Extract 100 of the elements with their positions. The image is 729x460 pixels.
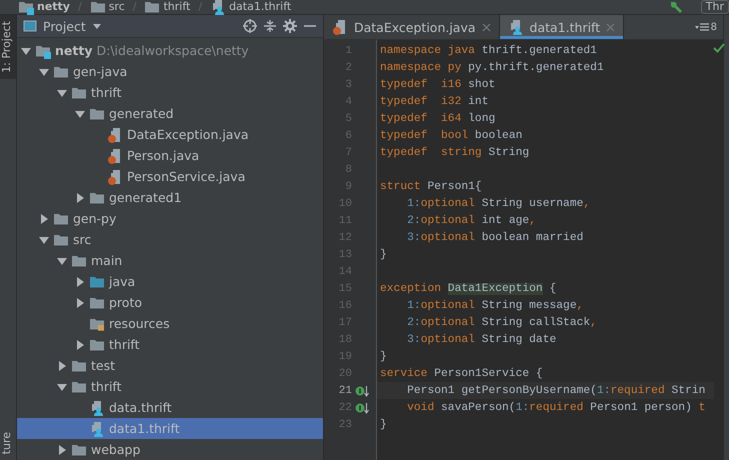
tree-item-label: PersonService.java xyxy=(127,169,246,184)
code-line: 2:optional int age, xyxy=(406,214,536,226)
collapsed-arrow-icon[interactable] xyxy=(57,360,67,370)
hidden-tab-count: 8 xyxy=(710,22,717,32)
expanded-arrow-icon[interactable] xyxy=(21,46,31,56)
tree-item[interactable]: generated xyxy=(17,103,323,124)
implemented-marker-icon[interactable] xyxy=(355,384,369,396)
tree-item[interactable]: PersonService.java xyxy=(17,166,323,187)
collapsed-arrow-icon[interactable] xyxy=(75,340,85,350)
collapsed-arrow-icon[interactable] xyxy=(75,276,85,286)
panel-icon xyxy=(23,19,37,33)
tree-item[interactable]: data.thrift xyxy=(17,397,323,418)
tree-item-label: resources xyxy=(109,316,170,331)
tree-item[interactable]: webapp xyxy=(17,439,323,460)
panel-title[interactable]: Project xyxy=(43,18,86,34)
breadcrumb-separator: / xyxy=(198,1,202,13)
tree-item[interactable]: java xyxy=(17,271,323,292)
tree-item[interactable]: Person.java xyxy=(17,145,323,166)
settings-icon[interactable] xyxy=(283,19,297,33)
structure-side-tab[interactable]: ture xyxy=(0,426,16,460)
code-line: void savaPerson(1:required Person1 person) t xyxy=(406,402,706,414)
breadcrumb-item[interactable]: thrift xyxy=(144,0,190,15)
tree-item-label: webapp xyxy=(91,442,140,457)
tree-item-label: generated xyxy=(109,106,174,121)
tree-item[interactable]: thrift xyxy=(17,376,323,397)
module-folder-icon xyxy=(18,0,34,15)
code-line: typedef i16 shot xyxy=(380,78,496,90)
code-line: 3:optional String date xyxy=(406,334,556,346)
tree-item[interactable]: test xyxy=(17,355,323,376)
implemented-marker-icon[interactable] xyxy=(355,402,369,414)
breadcrumb-item[interactable]: src xyxy=(90,0,125,15)
line-number: 21 xyxy=(338,384,352,396)
code-line: } xyxy=(380,418,387,430)
tree-item[interactable]: generated1 xyxy=(17,187,323,208)
collapse-all-icon[interactable] xyxy=(263,19,277,33)
run-config-dropdown[interactable]: Thr xyxy=(700,0,729,14)
code-line: namespace py py.thrift.generated1 xyxy=(380,62,604,74)
thrift-file-icon xyxy=(89,420,105,436)
code-line: typedef i64 long xyxy=(380,112,496,124)
tree-item-label: netty xyxy=(55,43,92,58)
tree-item[interactable]: main xyxy=(17,250,323,271)
code-line: namespace java thrift.generated1 xyxy=(380,44,597,56)
tree-item-label: data1.thrift xyxy=(109,421,180,436)
breadcrumb-separator: / xyxy=(132,1,136,13)
code-line: typedef i32 int xyxy=(380,96,488,108)
code-line: } xyxy=(380,248,387,260)
expanded-arrow-icon[interactable] xyxy=(39,66,49,76)
java-file-icon xyxy=(107,126,123,142)
tree-item[interactable]: proto xyxy=(17,292,323,313)
tree-item-label: generated1 xyxy=(109,190,182,205)
code-line: 2:optional String callStack, xyxy=(406,316,597,328)
editor-tab[interactable]: data1.thrift xyxy=(500,15,624,39)
collapsed-arrow-icon[interactable] xyxy=(75,298,85,308)
tree-item-label: thrift xyxy=(91,379,122,394)
tree-item[interactable]: src xyxy=(17,229,323,250)
tree-item[interactable]: DataException.java xyxy=(17,124,323,145)
tree-item[interactable]: netty D:\idealworkspace\netty xyxy=(17,40,323,61)
checkmark-icon xyxy=(712,42,724,54)
java-file-icon xyxy=(107,168,123,184)
tree-item[interactable]: thrift xyxy=(17,334,323,355)
expanded-arrow-icon[interactable] xyxy=(57,88,67,98)
tree-item-label: gen-java xyxy=(73,64,128,79)
tree-item-label: Person.java xyxy=(127,148,200,163)
code-line: 3:optional boolean married xyxy=(406,232,584,244)
code-line: Person1 getPersonByUsername(1:required Strin xyxy=(406,384,706,396)
tree-item-label: gen-py xyxy=(73,211,116,226)
code-line: service Person1Service { xyxy=(380,368,543,380)
tree-item-label: thrift xyxy=(91,85,122,100)
tree-item[interactable]: resources xyxy=(17,313,323,334)
code-line: struct Person1{ xyxy=(380,180,482,192)
tree-item-label: test xyxy=(91,358,116,373)
collapsed-arrow-icon[interactable] xyxy=(39,214,49,224)
expanded-arrow-icon[interactable] xyxy=(39,234,49,244)
locate-icon[interactable] xyxy=(243,19,257,33)
collapsed-arrow-icon[interactable] xyxy=(57,444,67,454)
thrift-file-icon xyxy=(210,0,226,15)
hammer-icon[interactable] xyxy=(668,0,683,14)
tree-item-label: DataException.java xyxy=(127,127,249,142)
code-line: 1:optional String message, xyxy=(406,300,584,312)
code-line: typedef bool boolean xyxy=(380,130,522,142)
editor-tab[interactable]: DataException.java xyxy=(324,15,500,39)
collapsed-arrow-icon[interactable] xyxy=(75,192,85,202)
expanded-arrow-icon[interactable] xyxy=(57,256,67,266)
tree-item[interactable]: thrift xyxy=(17,82,323,103)
code-line: exception Data1Exception { xyxy=(380,282,556,294)
thrift-file-icon xyxy=(89,400,105,416)
tree-item[interactable]: gen-py xyxy=(17,208,323,229)
tree-item-label: main xyxy=(91,253,122,268)
project-side-tab[interactable]: 1: Project xyxy=(0,15,16,79)
dropdown-caret-icon[interactable] xyxy=(92,21,102,31)
expanded-arrow-icon[interactable] xyxy=(57,382,67,392)
tree-item-label: thrift xyxy=(109,337,140,352)
expanded-arrow-icon[interactable] xyxy=(75,108,85,118)
tree-item[interactable]: gen-java xyxy=(17,61,323,82)
breadcrumb-item[interactable]: netty xyxy=(18,0,70,15)
code-line: 1:optional String username, xyxy=(406,198,590,210)
breadcrumb-separator: / xyxy=(78,1,82,13)
tree-item-label: java xyxy=(109,274,136,289)
breadcrumb-item[interactable]: data1.thrift xyxy=(210,0,292,15)
java-file-icon xyxy=(107,148,123,164)
